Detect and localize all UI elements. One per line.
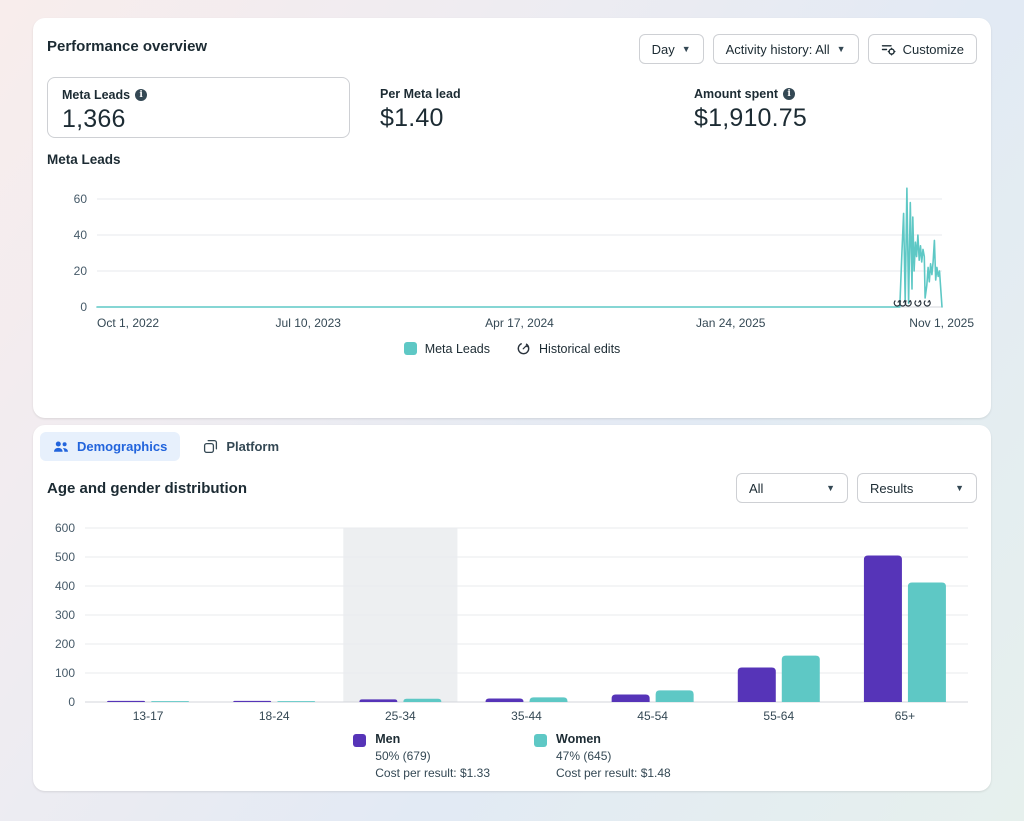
- svg-text:35-44: 35-44: [511, 709, 542, 723]
- legend-meta-leads: Meta Leads: [404, 342, 490, 356]
- meta-leads-line-chart[interactable]: 0 20 40 60 Oct 1, 2022 Jul 10, 2023 Apr 17, 20…: [47, 175, 977, 333]
- time-breakdown-label: Day: [652, 42, 675, 57]
- tab-demographics-label: Demographics: [77, 439, 167, 454]
- legend-women-cost: Cost per result: $1.48: [556, 765, 671, 782]
- metric-amount-value: $1,910.75: [694, 104, 807, 133]
- legend-historical-edits: Historical edits: [516, 341, 620, 356]
- svg-text:400: 400: [55, 579, 75, 593]
- svg-text:13-17: 13-17: [133, 709, 164, 723]
- chevron-down-icon: ▼: [682, 45, 691, 54]
- metric-meta-leads-label: Meta Leads: [62, 88, 130, 102]
- tab-platform-label: Platform: [226, 439, 279, 454]
- svg-text:100: 100: [55, 666, 75, 680]
- svg-text:Nov 1, 2025: Nov 1, 2025: [909, 316, 974, 330]
- legend-historical-edits-label: Historical edits: [539, 342, 620, 356]
- historical-edits-icon: [516, 341, 531, 356]
- svg-text:500: 500: [55, 550, 75, 564]
- women-swatch: [534, 734, 547, 747]
- meta-leads-swatch: [404, 342, 417, 355]
- legend-men-share: 50% (679): [375, 748, 490, 765]
- svg-text:60: 60: [74, 192, 88, 206]
- metric-amount-spent[interactable]: Amount spent i $1,910.75: [680, 77, 821, 143]
- tab-platform[interactable]: Platform: [190, 432, 292, 461]
- demographics-filters: All ▼ Results ▼: [736, 473, 977, 503]
- audience-filter-label: All: [749, 481, 763, 496]
- customize-sliders-icon: [881, 42, 896, 57]
- svg-text:25-34: 25-34: [385, 709, 416, 723]
- audience-filter-dropdown[interactable]: All ▼: [736, 473, 848, 503]
- chevron-down-icon: ▼: [955, 484, 964, 493]
- customize-label: Customize: [903, 42, 964, 57]
- svg-text:Apr 17, 2024: Apr 17, 2024: [485, 316, 554, 330]
- legend-women-share: 47% (645): [556, 748, 671, 765]
- line-chart-title: Meta Leads: [47, 152, 977, 167]
- tab-demographics[interactable]: Demographics: [40, 432, 180, 461]
- metric-meta-leads[interactable]: Meta Leads i 1,366: [47, 77, 350, 138]
- svg-text:Oct 1, 2022: Oct 1, 2022: [97, 316, 159, 330]
- svg-text:600: 600: [55, 521, 75, 535]
- performance-controls: Day ▼ Activity history: All ▼ C: [639, 34, 977, 64]
- metric-per-lead-value: $1.40: [380, 104, 650, 133]
- svg-text:0: 0: [68, 695, 75, 709]
- breakdown-tabs: Demographics Platform: [40, 432, 977, 461]
- performance-title: Performance overview: [47, 34, 207, 55]
- metric-select-dropdown[interactable]: Results ▼: [857, 473, 977, 503]
- svg-text:45-54: 45-54: [637, 709, 668, 723]
- metric-meta-leads-value: 1,366: [62, 105, 335, 134]
- svg-text:20: 20: [74, 264, 88, 278]
- activity-history-label: Activity history: All: [726, 42, 830, 57]
- info-icon: i: [783, 88, 795, 100]
- overlapping-squares-icon: [203, 439, 218, 454]
- time-breakdown-dropdown[interactable]: Day ▼: [639, 34, 704, 64]
- performance-header: Performance overview Day ▼ Activity hist…: [47, 34, 977, 64]
- svg-text:Jul 10, 2023: Jul 10, 2023: [276, 316, 342, 330]
- legend-women-label: Women: [556, 732, 671, 746]
- legend-meta-leads-label: Meta Leads: [425, 342, 490, 356]
- svg-text:55-64: 55-64: [763, 709, 794, 723]
- svg-text:0: 0: [80, 300, 87, 314]
- chevron-down-icon: ▼: [826, 484, 835, 493]
- dashboard-page: Performance overview Day ▼ Activity hist…: [0, 0, 1024, 791]
- svg-text:Jan 24, 2025: Jan 24, 2025: [696, 316, 766, 330]
- metric-select-label: Results: [870, 481, 913, 496]
- chevron-down-icon: ▼: [837, 45, 846, 54]
- metric-amount-label: Amount spent: [694, 87, 778, 101]
- age-gender-bar-chart[interactable]: 0 100 200 300 400 500 600 13-17 18-24 25-34 35-44 4…: [47, 515, 977, 727]
- svg-text:18-24: 18-24: [259, 709, 290, 723]
- svg-text:200: 200: [55, 637, 75, 651]
- bar-chart-legend: Men 50% (679) Cost per result: $1.33 Wom…: [47, 732, 977, 783]
- svg-text:65+: 65+: [895, 709, 915, 723]
- metrics-row: Meta Leads i 1,366 Per Meta lead $1.40 A…: [47, 77, 977, 143]
- age-gender-title: Age and gender distribution: [47, 480, 247, 497]
- info-icon: i: [135, 89, 147, 101]
- performance-overview-card: Performance overview Day ▼ Activity hist…: [33, 18, 991, 418]
- svg-text:300: 300: [55, 608, 75, 622]
- svg-text:40: 40: [74, 228, 88, 242]
- demographics-card: Demographics Platform Age and gender dis…: [33, 425, 991, 791]
- legend-men: Men 50% (679) Cost per result: $1.33: [353, 732, 490, 783]
- activity-history-dropdown[interactable]: Activity history: All ▼: [713, 34, 859, 64]
- customize-button[interactable]: Customize: [868, 34, 977, 64]
- metric-per-lead-label: Per Meta lead: [380, 87, 461, 101]
- legend-men-cost: Cost per result: $1.33: [375, 765, 490, 782]
- line-chart-legend: Meta Leads Historical edits: [47, 341, 977, 356]
- demographics-header: Age and gender distribution All ▼ Result…: [47, 473, 977, 503]
- legend-women: Women 47% (645) Cost per result: $1.48: [534, 732, 671, 783]
- legend-men-label: Men: [375, 732, 490, 746]
- men-swatch: [353, 734, 366, 747]
- people-icon: [53, 439, 69, 455]
- metric-per-meta-lead[interactable]: Per Meta lead $1.40: [366, 77, 664, 143]
